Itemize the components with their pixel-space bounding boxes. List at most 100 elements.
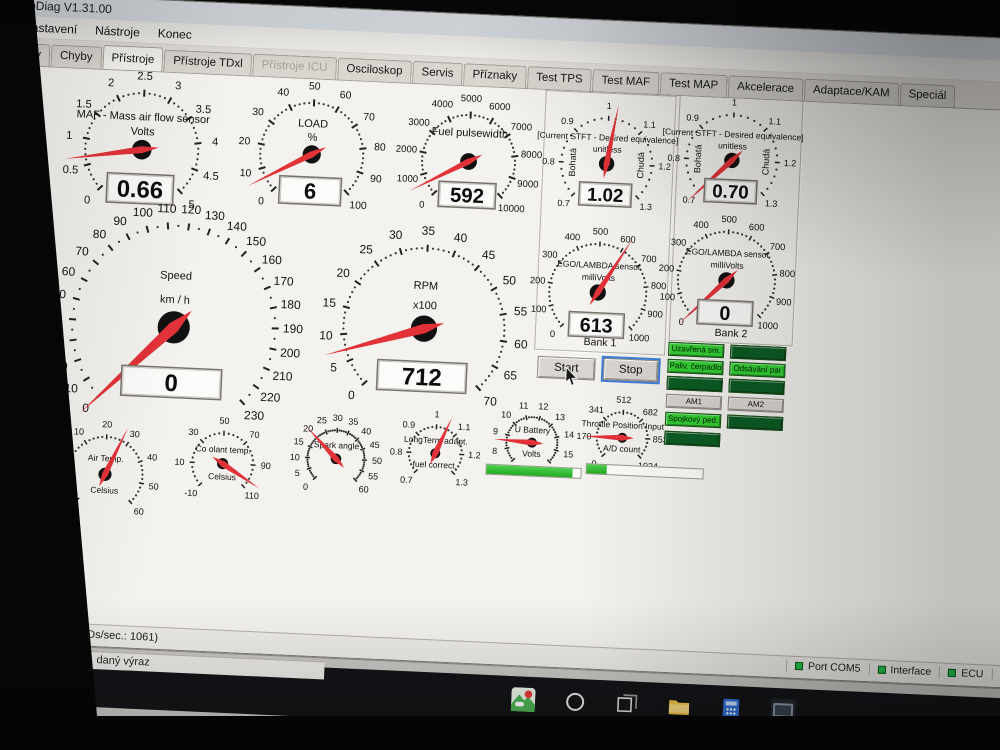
io-button-dark-9[interactable] bbox=[727, 415, 784, 432]
svg-text:9: 9 bbox=[493, 426, 498, 436]
svg-text:%: % bbox=[307, 132, 318, 144]
svg-text:10: 10 bbox=[319, 328, 333, 343]
tab-p-stroje-tdxl[interactable]: Přístroje TDxl bbox=[164, 50, 252, 76]
svg-text:U Battery: U Battery bbox=[515, 424, 552, 436]
svg-text:6000: 6000 bbox=[489, 101, 511, 113]
battery-progress-bar bbox=[485, 464, 581, 479]
svg-text:45: 45 bbox=[369, 440, 379, 450]
gauge-rpm: 0510152025303540455055606570RPMx100712 bbox=[290, 195, 557, 462]
svg-text:20: 20 bbox=[303, 423, 313, 433]
svg-text:25: 25 bbox=[359, 242, 373, 257]
svg-text:4000: 4000 bbox=[431, 99, 453, 111]
svg-text:1.3: 1.3 bbox=[455, 477, 468, 488]
svg-text:110: 110 bbox=[157, 201, 177, 216]
io-button-ods-v-n-par[interactable]: Odsávání par bbox=[729, 362, 786, 379]
svg-text:170: 170 bbox=[576, 431, 591, 442]
svg-text:Speed: Speed bbox=[160, 269, 192, 282]
svg-text:0.9: 0.9 bbox=[402, 419, 415, 430]
tab-akcelerace[interactable]: Akcelerace bbox=[728, 75, 804, 100]
svg-text:60: 60 bbox=[514, 337, 528, 352]
tab-speci-l[interactable]: Speciál bbox=[899, 83, 956, 108]
svg-text:6: 6 bbox=[303, 178, 316, 204]
throttle-progress-bar bbox=[586, 463, 704, 479]
svg-text:25: 25 bbox=[317, 415, 327, 425]
green-led-icon bbox=[795, 662, 803, 670]
svg-text:2000: 2000 bbox=[396, 144, 418, 156]
cortana-icon[interactable] bbox=[563, 689, 588, 714]
io-button-dark-5[interactable] bbox=[728, 379, 785, 396]
tab-p-znaky[interactable]: Příznaky bbox=[463, 63, 527, 88]
svg-text:20: 20 bbox=[238, 136, 250, 148]
stop-button[interactable]: Stop bbox=[603, 358, 659, 382]
svg-text:60: 60 bbox=[62, 264, 76, 279]
tab-osciloskop[interactable]: Osciloskop bbox=[337, 57, 412, 82]
gauge-ubat: 78910111213141516U BatteryVolts bbox=[460, 371, 604, 515]
tab-test-maf[interactable]: Test MAF bbox=[592, 69, 659, 94]
svg-text:60: 60 bbox=[134, 506, 144, 516]
io-button-paliv-erpadlo[interactable]: Paliv. čerpadlo bbox=[667, 359, 724, 376]
svg-text:40: 40 bbox=[454, 230, 468, 245]
svg-text:2: 2 bbox=[108, 77, 115, 89]
svg-text:-10: -10 bbox=[184, 488, 197, 499]
svg-text:512: 512 bbox=[616, 394, 631, 405]
svg-text:10: 10 bbox=[290, 452, 300, 462]
svg-text:210: 210 bbox=[272, 369, 293, 384]
tab-test-map[interactable]: Test MAP bbox=[660, 72, 728, 97]
svg-text:712: 712 bbox=[401, 363, 442, 392]
tab-chyby[interactable]: Chyby bbox=[50, 44, 102, 68]
svg-text:190: 190 bbox=[283, 321, 304, 336]
svg-text:MAF - Mass air flow sensor: MAF - Mass air flow sensor bbox=[76, 108, 210, 126]
svg-text:45: 45 bbox=[482, 248, 496, 263]
svg-text:4: 4 bbox=[212, 136, 219, 148]
svg-text:5: 5 bbox=[188, 199, 195, 211]
io-button-uzav-en-sm-[interactable]: Uzavřená sm. bbox=[668, 342, 725, 359]
io-button-am2[interactable]: AM2 bbox=[728, 397, 785, 414]
menu-item-konec[interactable]: Konec bbox=[148, 24, 201, 45]
svg-text:15: 15 bbox=[322, 295, 336, 310]
svg-text:3.5: 3.5 bbox=[195, 104, 211, 117]
svg-text:5: 5 bbox=[295, 468, 300, 478]
svg-text:Co olant temp.: Co olant temp. bbox=[195, 443, 251, 455]
svg-text:1.5: 1.5 bbox=[76, 98, 92, 111]
svg-text:120: 120 bbox=[181, 202, 202, 217]
green-led-icon bbox=[877, 666, 885, 674]
maps-app-icon[interactable] bbox=[511, 687, 536, 712]
svg-text:0.8: 0.8 bbox=[390, 446, 403, 457]
tab-p-stroje[interactable]: Přístroje bbox=[102, 45, 164, 72]
svg-text:55: 55 bbox=[514, 304, 528, 319]
svg-text:5000: 5000 bbox=[460, 93, 482, 105]
io-button-am1[interactable]: AM1 bbox=[666, 394, 723, 411]
bank1-groupbox: Bank 1 bbox=[534, 90, 677, 356]
svg-text:LongTerm adapt.: LongTerm adapt. bbox=[404, 434, 468, 447]
svg-text:1.2: 1.2 bbox=[468, 450, 481, 461]
tab-servis[interactable]: Servis bbox=[412, 61, 463, 85]
io-button-dark-1[interactable] bbox=[730, 345, 787, 362]
svg-text:220: 220 bbox=[260, 390, 281, 405]
io-button-dark-4[interactable] bbox=[666, 376, 723, 393]
svg-text:11: 11 bbox=[519, 400, 529, 410]
svg-text:50: 50 bbox=[372, 456, 382, 466]
svg-text:8000: 8000 bbox=[521, 149, 543, 161]
io-button-dark-10[interactable] bbox=[664, 431, 721, 448]
svg-text:90: 90 bbox=[370, 174, 382, 186]
tab-adaptace-kam[interactable]: Adaptace/KAM bbox=[803, 79, 899, 105]
bank1-caption: Bank 1 bbox=[535, 334, 664, 352]
status-indicator-port-com5: Port COM5 bbox=[786, 659, 869, 675]
svg-text:fuel correct.: fuel correct. bbox=[412, 459, 457, 471]
task-view-icon[interactable] bbox=[615, 692, 640, 717]
svg-text:80: 80 bbox=[374, 142, 386, 154]
svg-text:Fuel pulsewidth: Fuel pulsewidth bbox=[431, 126, 508, 141]
menu-item-nstroje[interactable]: Nástroje bbox=[86, 21, 149, 43]
svg-text:70: 70 bbox=[75, 244, 89, 259]
svg-text:150: 150 bbox=[246, 234, 267, 249]
tab-p-stroje-icu[interactable]: Přístroje ICU bbox=[252, 54, 337, 80]
svg-text:Air Temp.: Air Temp. bbox=[88, 452, 124, 464]
io-button-spojkov-ped-[interactable]: Spojkový ped. bbox=[665, 412, 722, 429]
svg-text:40: 40 bbox=[361, 426, 371, 436]
tab-test-tps[interactable]: Test TPS bbox=[527, 66, 592, 91]
svg-text:9000: 9000 bbox=[517, 179, 539, 191]
svg-text:50: 50 bbox=[219, 415, 229, 425]
svg-text:40: 40 bbox=[147, 452, 157, 462]
gauge-lt: 0.70.80.911.11.21.3LongTerm adapt.fuel c… bbox=[362, 380, 508, 526]
svg-text:140: 140 bbox=[226, 219, 247, 234]
